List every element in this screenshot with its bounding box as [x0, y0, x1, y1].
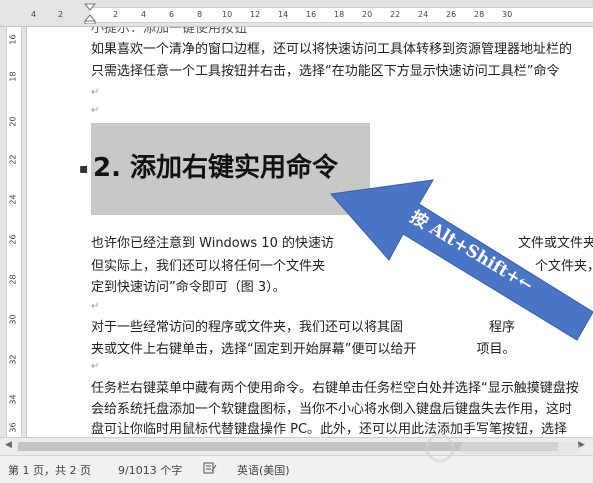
- ruler-tick: 18: [334, 10, 345, 19]
- paragraph-mark: ↵: [91, 105, 100, 116]
- paragraph-mark: ↵: [91, 87, 100, 98]
- vruler-tick: 30: [8, 314, 18, 325]
- vruler-tick: 26: [8, 234, 18, 245]
- scroll-left-icon[interactable]: ◀: [5, 440, 12, 450]
- doc-line: 只需选择任意一个工具按钮并右击，选择“在功能区下方显示快速访问工具栏”命令: [91, 64, 560, 79]
- vertical-ruler[interactable]: 16 18 20 22 24 26 28 30 32 34 36: [0, 27, 27, 437]
- ruler-tick: 4: [31, 10, 37, 19]
- ruler-tick: 26: [446, 10, 457, 19]
- ruler-tick: 8: [197, 10, 203, 19]
- horizontal-ruler[interactable]: 4 2 2 4 6 8 10 12 14 16 18 20 22 24 26 2…: [0, 0, 593, 27]
- ruler-tick: 14: [278, 10, 289, 19]
- indent-marker-icon[interactable]: [84, 2, 96, 24]
- vruler-tick: 22: [8, 154, 18, 165]
- doc-line: 小提示：添加一键使用按钮: [91, 27, 248, 36]
- vruler-tick: 34: [8, 394, 18, 405]
- document-page[interactable]: 小提示：添加一键使用按钮 如果喜欢一个清净的窗口边框，还可以将快速访问工具体转移…: [27, 27, 593, 437]
- proofing-icon[interactable]: [203, 462, 217, 477]
- vruler-tick: 28: [8, 274, 18, 285]
- section-heading[interactable]: 2. 添加右键实用命令: [93, 147, 338, 184]
- ruler-tick: 22: [390, 10, 401, 19]
- paragraph-mark: ↵: [91, 301, 100, 312]
- paragraph-mark: ↵: [91, 361, 100, 372]
- vruler-tick: 32: [8, 354, 18, 365]
- ruler-tick: 12: [250, 10, 261, 19]
- callout-arrow-icon: 按 Alt+Shift+←: [330, 179, 593, 341]
- heading-bullet: ▪: [79, 161, 89, 177]
- word-count[interactable]: 9/1013 个字: [118, 462, 182, 478]
- vruler-tick: 36: [8, 422, 18, 433]
- language-indicator[interactable]: 英语(美国): [237, 462, 290, 478]
- vruler-tick: 18: [8, 71, 18, 82]
- vruler-tick: 16: [8, 34, 18, 45]
- ruler-tick: 20: [362, 10, 373, 19]
- vruler-tick: 24: [8, 194, 18, 205]
- page-count[interactable]: 第 1 页，共 2 页: [8, 462, 91, 478]
- doc-line: 任务栏右键菜单中藏有两个使用命令。右键单击任务栏空白处并选择“显示触摸键盘按: [91, 381, 579, 396]
- callout-arrow-shape: [330, 179, 593, 341]
- doc-line-part: 但实际上，我们还可以将任何一个文件夹: [91, 259, 326, 274]
- ruler-tick: 10: [222, 10, 233, 19]
- ruler-tick: 24: [418, 10, 429, 19]
- doc-line-part: 也许你已经注意到 Windows 10 的快速访: [91, 236, 334, 251]
- ruler-tick: 30: [502, 10, 513, 19]
- doc-line: 如果喜欢一个清净的窗口边框，还可以将快速访问工具体转移到资源管理器地址栏的: [91, 42, 573, 57]
- ruler-tick: 28: [474, 10, 485, 19]
- ruler-tick: 6: [169, 10, 175, 19]
- vruler-tick: 20: [8, 116, 18, 127]
- doc-line: 定到快速访问”命令即可（图 3）。: [91, 280, 286, 295]
- callout-text: 按 Alt+Shift+←: [406, 206, 536, 296]
- ruler-tick: 2: [113, 10, 119, 19]
- ruler-tick: 2: [58, 10, 64, 19]
- ruler-tick: 4: [141, 10, 147, 19]
- watermark-logo-icon: [425, 433, 580, 463]
- ruler-tick: 16: [306, 10, 317, 19]
- doc-line: 会给系统托盘添加一个软键盘图标，当你不小心将水倒入键盘后键盘失去作用，这时: [91, 402, 573, 417]
